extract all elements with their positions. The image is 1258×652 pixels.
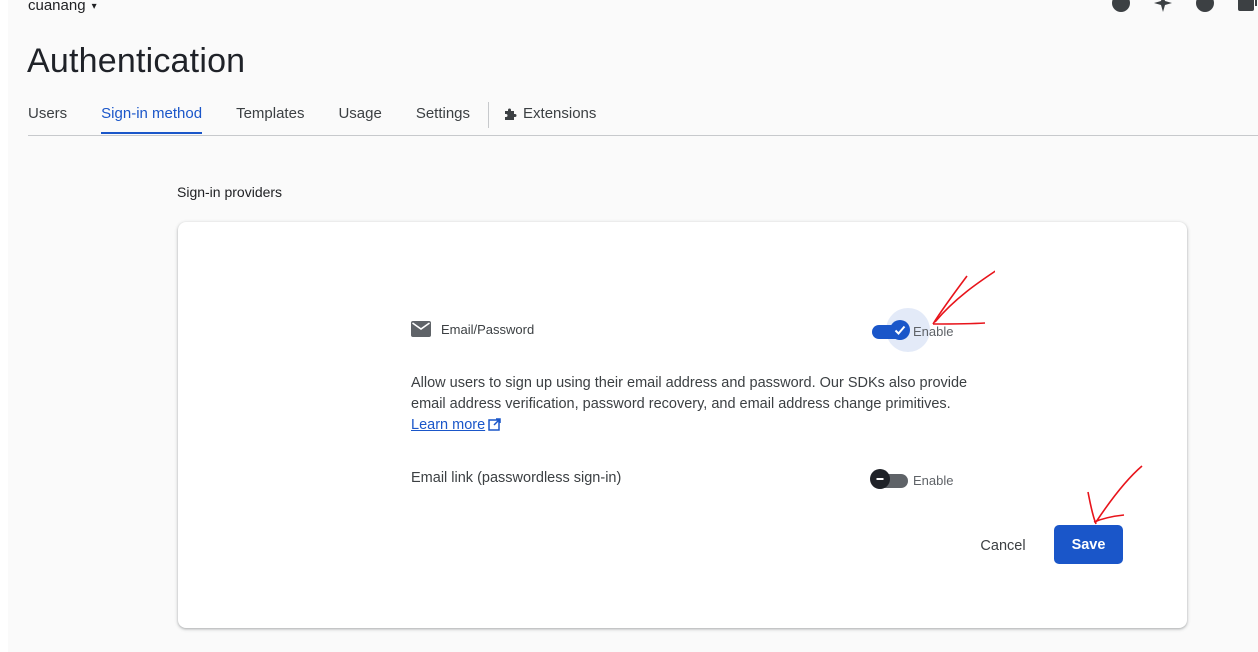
provider-name: Email/Password xyxy=(441,322,535,337)
provider-description: Allow users to sign up using their email… xyxy=(411,373,971,436)
mail-icon xyxy=(411,321,431,337)
save-button[interactable]: Save xyxy=(1054,525,1123,564)
account-circle-icon[interactable] xyxy=(1110,0,1132,14)
project-name: cuanang xyxy=(28,0,86,14)
email-link-label: Email link (passwordless sign-in) xyxy=(411,470,622,486)
section-label: Sign-in providers xyxy=(177,184,283,200)
email-link-toggle[interactable] xyxy=(870,469,908,489)
tab-extensions-label: Extensions xyxy=(523,105,597,122)
page-title: Authentication xyxy=(27,42,246,80)
email-password-toggle[interactable] xyxy=(870,308,930,352)
tab-templates[interactable]: Templates xyxy=(236,97,304,133)
help-icon[interactable] xyxy=(1194,0,1216,14)
provider-card: Email/Password Enable Allow users to sig… xyxy=(178,222,1187,628)
check-icon xyxy=(894,325,906,335)
auth-page: cuanang ▾ Authentication Users Sign-in m… xyxy=(0,0,1258,652)
tab-settings[interactable]: Settings xyxy=(416,97,470,133)
chevron-down-icon: ▾ xyxy=(91,0,97,12)
puzzle-icon xyxy=(505,108,517,120)
minus-icon xyxy=(876,478,884,480)
left-edge xyxy=(0,0,8,652)
tab-bar: Users Sign-in method Templates Usage Set… xyxy=(28,97,1258,136)
tab-sign-in-method[interactable]: Sign-in method xyxy=(101,97,202,134)
email-link-enable-label: Enable xyxy=(913,473,954,488)
tab-users[interactable]: Users xyxy=(28,97,67,133)
sparkle-icon[interactable] xyxy=(1152,0,1174,14)
tab-divider xyxy=(488,102,490,128)
description-text: Allow users to sign up using their email… xyxy=(411,375,968,412)
tab-usage[interactable]: Usage xyxy=(338,97,381,133)
open-in-new-icon xyxy=(488,418,501,431)
tab-extensions[interactable]: Extensions xyxy=(503,97,596,133)
external-icon[interactable] xyxy=(1236,0,1258,14)
top-toolbar xyxy=(1090,0,1258,16)
learn-more-link[interactable]: Learn more xyxy=(411,417,485,433)
email-password-enable-label: Enable xyxy=(913,324,954,339)
cancel-button[interactable]: Cancel xyxy=(966,527,1040,565)
project-switcher[interactable]: cuanang ▾ xyxy=(28,0,97,18)
